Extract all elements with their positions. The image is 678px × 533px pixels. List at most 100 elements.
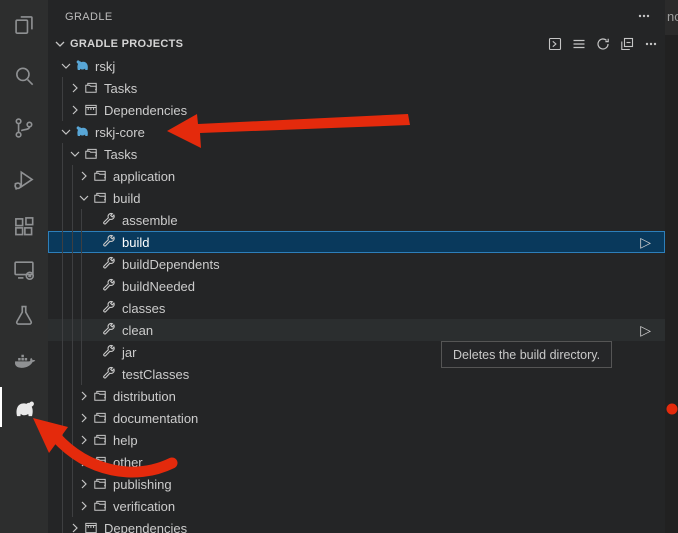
explorer-icon[interactable]	[0, 0, 48, 50]
refresh-icon[interactable]	[595, 36, 611, 52]
gradle-side-panel: GRADLE GRADLE PROJECTS rskjTasksDependen…	[48, 0, 665, 533]
indent-guide	[62, 341, 63, 363]
tree-item-label: rskj	[95, 59, 115, 74]
indent-guide	[62, 209, 63, 231]
panel-title: GRADLE	[65, 11, 113, 23]
tree-item-label: verification	[113, 499, 175, 514]
indent-guide	[62, 451, 63, 473]
section-header-gradle-projects[interactable]: GRADLE PROJECTS	[48, 33, 665, 55]
indent-guide	[62, 429, 63, 451]
chevron-right-icon[interactable]	[76, 165, 92, 187]
indent-guide	[81, 297, 82, 319]
tasks-folder-icon	[92, 498, 108, 514]
tasks-folder-icon	[92, 410, 108, 426]
task-wrench-icon	[101, 212, 117, 228]
more-actions-icon[interactable]	[636, 8, 652, 24]
chevron-right-icon[interactable]	[76, 407, 92, 429]
run-debug-icon[interactable]	[0, 154, 48, 206]
docker-icon[interactable]	[0, 338, 48, 384]
tasks-folder-icon	[92, 190, 108, 206]
task-wrench-icon	[101, 366, 117, 382]
tree-item-label: buildNeeded	[122, 279, 195, 294]
tree-row-clean[interactable]: clean▷	[48, 319, 665, 341]
run-task-play-icon[interactable]: ▷	[640, 232, 651, 252]
flat-list-icon[interactable]	[571, 36, 587, 52]
indent-guide	[62, 319, 63, 341]
indent-guide	[62, 99, 63, 121]
task-wrench-icon	[101, 234, 117, 250]
chevron-right-icon[interactable]	[76, 473, 92, 495]
tasks-folder-icon	[92, 476, 108, 492]
task-wrench-icon	[101, 322, 117, 338]
tree-row-tasks[interactable]: Tasks	[48, 143, 665, 165]
tree-item-label: assemble	[122, 213, 178, 228]
panel-header: GRADLE	[48, 0, 665, 33]
tree-row-builddependents[interactable]: buildDependents	[48, 253, 665, 275]
indent-guide	[62, 275, 63, 297]
tree-row-buildneeded[interactable]: buildNeeded	[48, 275, 665, 297]
indent-guide	[62, 407, 63, 429]
indent-guide	[62, 165, 63, 187]
tree-row-application[interactable]: application	[48, 165, 665, 187]
tree-row-verification[interactable]: verification	[48, 495, 665, 517]
tree-item-label: publishing	[113, 477, 172, 492]
extensions-icon[interactable]	[0, 206, 48, 248]
chevron-spacer	[85, 275, 101, 297]
indent-guide	[72, 209, 73, 231]
search-icon[interactable]	[0, 50, 48, 102]
tree-item-label: jar	[122, 345, 136, 360]
tree-item-label: application	[113, 169, 175, 184]
source-control-icon[interactable]	[0, 102, 48, 154]
tree-row-build[interactable]: build	[48, 187, 665, 209]
tree-row-dependencies[interactable]: Dependencies	[48, 517, 665, 533]
chevron-right-icon[interactable]	[67, 517, 83, 533]
gradle-icon[interactable]	[0, 384, 48, 430]
chevron-right-icon[interactable]	[76, 451, 92, 473]
chevron-down-icon[interactable]	[67, 143, 83, 165]
run-task-play-icon[interactable]: ▷	[640, 320, 651, 340]
tree-row-publishing[interactable]: publishing	[48, 473, 665, 495]
tree-row-tasks[interactable]: Tasks	[48, 77, 665, 99]
chevron-spacer	[85, 363, 101, 385]
tree-item-label: build	[113, 191, 140, 206]
chevron-spacer	[85, 231, 101, 253]
collapse-all-icon[interactable]	[619, 36, 635, 52]
section-toolbar	[547, 36, 659, 52]
run-gradle-build-icon[interactable]	[547, 36, 563, 52]
chevron-spacer	[85, 341, 101, 363]
indent-guide	[81, 209, 82, 231]
tree-row-classes[interactable]: classes	[48, 297, 665, 319]
chevron-right-icon[interactable]	[67, 77, 83, 99]
chevron-right-icon[interactable]	[76, 385, 92, 407]
chevron-right-icon[interactable]	[76, 495, 92, 517]
tree-row-documentation[interactable]: documentation	[48, 407, 665, 429]
indent-guide	[62, 385, 63, 407]
indent-guide	[81, 341, 82, 363]
tree-row-help[interactable]: help	[48, 429, 665, 451]
chevron-down-icon[interactable]	[58, 55, 74, 77]
tree-row-distribution[interactable]: distribution	[48, 385, 665, 407]
chevron-down-icon[interactable]	[58, 121, 74, 143]
tree-row-rskj-core[interactable]: rskj-core	[48, 121, 665, 143]
indent-guide	[62, 253, 63, 275]
indent-guide	[62, 363, 63, 385]
remote-explorer-icon[interactable]	[0, 248, 48, 292]
more-actions-icon[interactable]	[643, 36, 659, 52]
tree-item-label: rskj-core	[95, 125, 145, 140]
indent-guide	[72, 451, 73, 473]
chevron-spacer	[85, 319, 101, 341]
tree-row-rskj[interactable]: rskj	[48, 55, 665, 77]
tree-row-dependencies[interactable]: Dependencies	[48, 99, 665, 121]
editor-tab-partial[interactable]: no	[665, 0, 678, 35]
tree-row-build[interactable]: build▷	[48, 231, 665, 253]
chevron-down-icon[interactable]	[76, 187, 92, 209]
chevron-right-icon[interactable]	[67, 99, 83, 121]
tasks-folder-icon	[83, 146, 99, 162]
tasks-folder-icon	[92, 388, 108, 404]
chevron-right-icon[interactable]	[76, 429, 92, 451]
tree-item-label: documentation	[113, 411, 198, 426]
tree-row-assemble[interactable]: assemble	[48, 209, 665, 231]
tree-row-other[interactable]: other	[48, 451, 665, 473]
testing-icon[interactable]	[0, 292, 48, 338]
indent-guide	[81, 275, 82, 297]
